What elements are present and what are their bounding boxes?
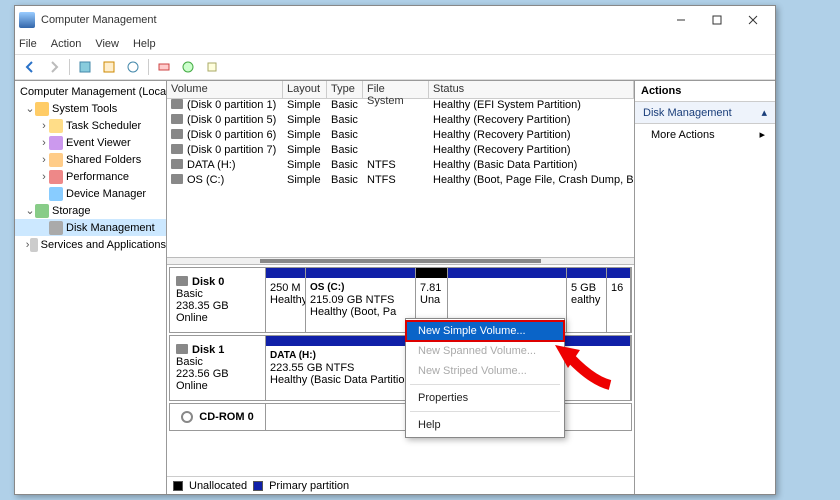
collapse-icon: ▴ — [761, 106, 767, 119]
legend-unallocated: Unallocated — [189, 480, 247, 492]
disk-icon — [171, 129, 183, 139]
tree-performance[interactable]: Performance — [66, 171, 129, 183]
volume-block[interactable]: 5 GBealthy — [567, 268, 607, 332]
tree-task-scheduler[interactable]: Task Scheduler — [66, 120, 141, 132]
list-item[interactable]: OS (C:)SimpleBasicNTFSHealthy (Boot, Pag… — [167, 174, 634, 189]
disk-info[interactable]: Disk 1 Basic 223.56 GB Online — [170, 336, 266, 400]
minimize-button[interactable] — [663, 8, 699, 32]
toolbar-icon[interactable] — [122, 57, 144, 77]
list-item[interactable]: (Disk 0 partition 5)SimpleBasicHealthy (… — [167, 114, 634, 129]
col-volume[interactable]: Volume — [167, 81, 283, 98]
forward-button[interactable] — [43, 57, 65, 77]
tree-shared-folders[interactable]: Shared Folders — [66, 154, 141, 166]
annotation-arrow — [550, 340, 620, 393]
context-menu: New Simple Volume... New Spanned Volume.… — [405, 318, 565, 438]
app-icon — [19, 12, 35, 28]
disk-info[interactable]: CD-ROM 0 — [170, 404, 266, 430]
back-button[interactable] — [19, 57, 41, 77]
col-layout[interactable]: Layout — [283, 81, 327, 98]
tree-event-viewer[interactable]: Event Viewer — [66, 137, 131, 149]
menu-properties[interactable]: Properties — [406, 388, 564, 408]
refresh-button[interactable] — [98, 57, 120, 77]
menu-separator — [410, 411, 560, 412]
actions-pane: Actions Disk Management▴ More Actions▸ — [635, 81, 775, 494]
toolbar-icon[interactable] — [153, 57, 175, 77]
toolbar — [15, 54, 775, 80]
tree-root[interactable]: Computer Management (Local) — [20, 86, 167, 98]
titlebar[interactable]: Computer Management — [15, 6, 775, 34]
menu-separator — [410, 384, 560, 385]
tree-storage[interactable]: Storage — [52, 205, 91, 217]
legend-primary: Primary partition — [269, 480, 349, 492]
splitter[interactable] — [167, 257, 634, 265]
navigation-tree[interactable]: Computer Management (Local) ⌄System Tool… — [15, 81, 167, 494]
list-item[interactable]: DATA (H:)SimpleBasicNTFSHealthy (Basic D… — [167, 159, 634, 174]
menu-action[interactable]: Action — [51, 38, 82, 50]
menu-new-spanned-volume: New Spanned Volume... — [406, 341, 564, 361]
chevron-right-icon: ▸ — [759, 128, 765, 141]
col-status[interactable]: Status — [429, 81, 634, 98]
menu-new-striped-volume: New Striped Volume... — [406, 361, 564, 381]
list-item[interactable]: (Disk 0 partition 6)SimpleBasicHealthy (… — [167, 129, 634, 144]
menu-new-simple-volume[interactable]: New Simple Volume... — [406, 321, 564, 341]
actions-header: Actions — [635, 81, 775, 102]
toolbar-icon[interactable] — [201, 57, 223, 77]
menu-file[interactable]: File — [19, 38, 37, 50]
col-fs[interactable]: File System — [363, 81, 429, 98]
tree-system-tools[interactable]: System Tools — [52, 103, 117, 115]
list-item[interactable]: (Disk 0 partition 1)SimpleBasicHealthy (… — [167, 99, 634, 114]
cdrom-icon — [181, 411, 193, 423]
tree-device-manager[interactable]: Device Manager — [66, 188, 146, 200]
maximize-button[interactable] — [699, 8, 735, 32]
list-item[interactable]: (Disk 0 partition 7)SimpleBasicHealthy (… — [167, 144, 634, 159]
disk-icon — [171, 159, 183, 169]
col-type[interactable]: Type — [327, 81, 363, 98]
disk-icon — [171, 114, 183, 124]
volume-list[interactable]: (Disk 0 partition 1)SimpleBasicHealthy (… — [167, 99, 634, 257]
menu-view[interactable]: View — [95, 38, 119, 50]
actions-more[interactable]: More Actions▸ — [635, 124, 775, 145]
legend-swatch-unallocated — [173, 481, 183, 491]
menu-help[interactable]: Help — [133, 38, 156, 50]
tree-disk-management[interactable]: Disk Management — [66, 222, 155, 234]
disk-icon — [171, 99, 183, 109]
disk-icon — [171, 174, 183, 184]
menu-help[interactable]: Help — [406, 415, 564, 435]
tree-services-apps[interactable]: Services and Applications — [41, 239, 166, 251]
disk-icon — [171, 144, 183, 154]
volume-block[interactable]: 16 — [607, 268, 631, 332]
volume-list-header[interactable]: Volume Layout Type File System Status — [167, 81, 634, 99]
volume-block[interactable]: OS (C:)215.09 GB NTFSHealthy (Boot, Pa — [306, 268, 416, 332]
volume-block[interactable]: 250 MHealthy — [266, 268, 306, 332]
legend: Unallocated Primary partition — [167, 476, 634, 494]
help-button[interactable] — [177, 57, 199, 77]
menubar: File Action View Help — [15, 34, 775, 54]
computer-management-window: Computer Management File Action View Hel… — [14, 5, 776, 495]
disk-info[interactable]: Disk 0 Basic 238.35 GB Online — [170, 268, 266, 332]
disk-icon — [176, 344, 188, 354]
toolbar-icon[interactable] — [74, 57, 96, 77]
disk-icon — [176, 276, 188, 286]
close-button[interactable] — [735, 8, 771, 32]
actions-section[interactable]: Disk Management▴ — [635, 102, 775, 124]
window-title: Computer Management — [41, 14, 663, 26]
legend-swatch-primary — [253, 481, 263, 491]
